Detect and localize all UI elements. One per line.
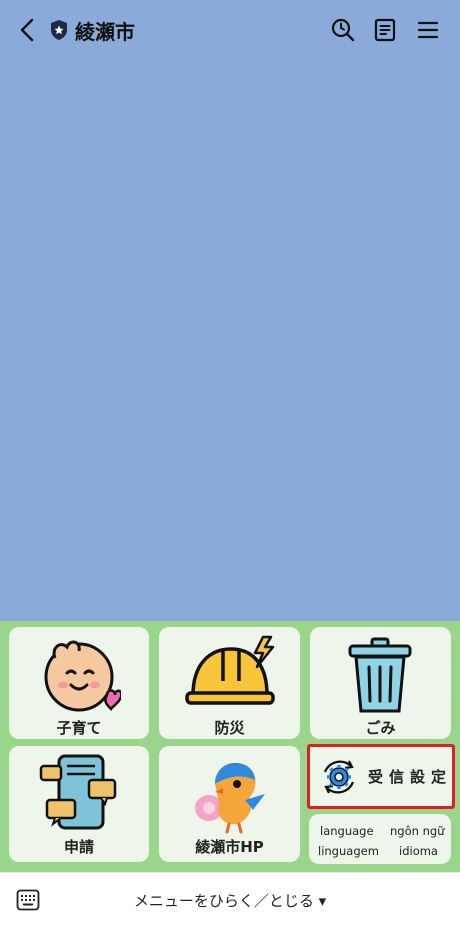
mascot-bird-icon [195,762,265,834]
chevron-left-icon[interactable] [14,16,42,44]
language-option-en: language [320,824,374,838]
menu-tile-childcare[interactable]: 子育て [9,627,149,739]
language-option-pt: linguagem [318,844,379,858]
tile-label-disaster-prevention: 防災 [214,719,245,737]
tile-label-childcare: 子育て [56,719,102,737]
safety-helmet-icon [185,635,275,705]
menu-tile-language[interactable]: language ngôn ngữ linguagem idioma [309,814,451,864]
chat-message-area[interactable] [0,60,460,621]
search-icon[interactable] [329,16,357,44]
tile-label-city-homepage: 綾瀬市HP [195,838,264,856]
tile-label-application: 申請 [63,838,94,856]
menu-tile-notification-settings[interactable]: 受信設定 [307,744,455,809]
application-documents-icon [39,754,117,830]
language-option-es: idioma [399,844,438,858]
baby-with-heart-icon [44,640,121,712]
page-title: 綾瀬市 [75,20,135,44]
trash-can-icon [348,637,412,713]
rich-menu-toggle[interactable]: メニューをひらく／とじる ▾ [0,890,460,911]
menu-tile-application[interactable]: 申請 [9,746,149,862]
chat-header: 綾瀬市 [0,0,460,60]
tile-label-garbage: ごみ [365,719,396,737]
menu-tile-garbage[interactable]: ごみ [310,627,451,739]
notes-icon[interactable] [371,16,399,44]
menu-tile-disaster-prevention[interactable]: 防災 [159,627,300,739]
hamburger-menu-icon[interactable] [414,16,442,44]
tile-label-notification-settings: 受信設定 [368,768,453,786]
menu-tile-city-homepage[interactable]: 綾瀬市HP [159,746,300,862]
official-account-shield-icon [51,20,67,40]
bottom-bar: メニューをひらく／とじる ▾ [0,872,460,929]
language-option-vi: ngôn ngữ [390,824,445,838]
gear-refresh-icon [323,760,355,794]
